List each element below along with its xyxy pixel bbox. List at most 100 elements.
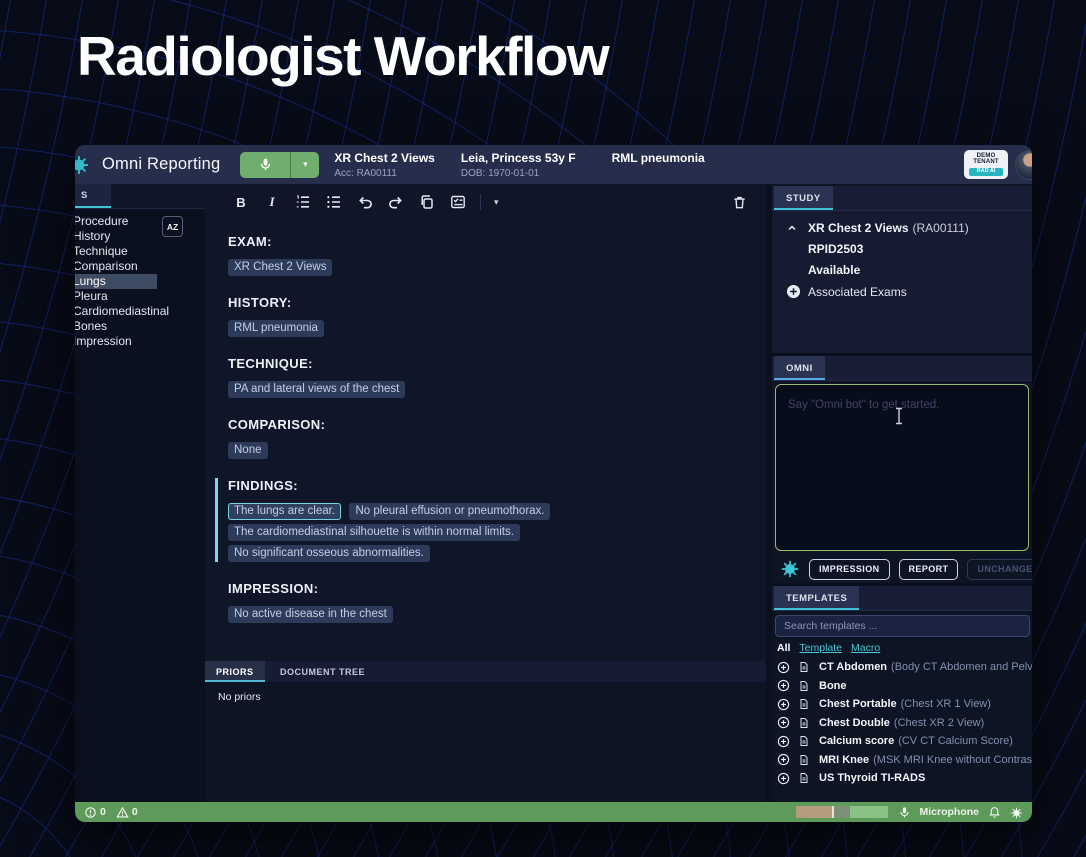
section-heading-technique: TECHNIQUE: <box>228 356 746 372</box>
filter-macro[interactable]: Macro <box>851 642 880 654</box>
sidebar-item-technique[interactable]: Technique <box>75 244 205 259</box>
redo-button[interactable] <box>387 193 405 211</box>
add-template-icon[interactable] <box>777 716 790 729</box>
statusbar-bot-icon[interactable] <box>1010 806 1023 819</box>
unchanged-button[interactable]: UNCHANGED <box>967 559 1032 580</box>
template-item[interactable]: Chest Portable (Chest XR 1 View) <box>777 695 1032 714</box>
tenant-badge[interactable]: DEMO TENANT RAD AI <box>964 150 1008 180</box>
meter-segment <box>834 806 850 818</box>
add-circle-icon[interactable] <box>786 284 801 299</box>
sidebar-item-bones[interactable]: Bones <box>75 319 205 334</box>
comparison-chip[interactable]: None <box>228 442 268 459</box>
chevron-up-icon[interactable] <box>786 222 808 234</box>
sidebar-item-comparison[interactable]: Comparison <box>75 259 205 274</box>
findings-sentence-selected[interactable]: The lungs are clear. <box>228 503 341 520</box>
template-item[interactable]: Chest Double (Chest XR 2 View) <box>777 714 1032 733</box>
omni-logo-icon <box>75 154 90 176</box>
toolbar-divider <box>480 194 481 210</box>
user-avatar[interactable] <box>1015 150 1032 180</box>
microphone-icon[interactable] <box>240 152 290 178</box>
statusbar-microphone-icon[interactable] <box>898 806 911 819</box>
study-exam-row[interactable]: XR Chest 2 Views (RA00111) <box>786 221 1022 235</box>
section-technique: TECHNIQUE: PA and lateral views of the c… <box>228 356 746 398</box>
study-status: Available <box>808 263 1022 277</box>
warning-count: 0 <box>116 806 138 819</box>
audio-level-meter <box>796 806 888 818</box>
tab-priors[interactable]: PRIORS <box>205 661 265 682</box>
exam-chip[interactable]: XR Chest 2 Views <box>228 259 332 276</box>
add-template-icon[interactable] <box>777 772 790 785</box>
sections-tab[interactable]: S <box>75 184 111 208</box>
template-item[interactable]: Bone <box>777 677 1032 696</box>
tab-omni[interactable]: OMNI <box>774 356 825 380</box>
error-count: 0 <box>84 806 106 819</box>
meter-segment <box>850 806 888 818</box>
impression-chip[interactable]: No active disease in the chest <box>228 606 393 623</box>
add-template-icon[interactable] <box>777 735 790 748</box>
undo-button[interactable] <box>356 193 374 211</box>
omni-input[interactable]: Say "Omni bot" to get started. <box>775 384 1029 551</box>
tab-study[interactable]: STUDY <box>774 186 833 210</box>
template-item[interactable]: Calcium score (CV CT Calcium Score) <box>777 732 1032 751</box>
exam-info: XR Chest 2 Views Acc: RA00111 <box>334 145 435 181</box>
tab-document-tree[interactable]: DOCUMENT TREE <box>269 661 376 682</box>
template-doc-icon <box>798 772 810 784</box>
tab-templates[interactable]: TEMPLATES <box>774 586 859 610</box>
template-item[interactable]: MRI Knee (MSK MRI Knee without Contrast) <box>777 751 1032 770</box>
delete-report-button[interactable] <box>730 193 748 211</box>
ordered-list-button[interactable] <box>294 193 312 211</box>
add-template-icon[interactable] <box>777 679 790 692</box>
exam-title: XR Chest 2 Views <box>334 151 435 165</box>
no-priors-text: No priors <box>218 691 261 703</box>
record-button[interactable]: ▾ <box>240 152 319 178</box>
template-item[interactable]: US Thyroid TI-RADS <box>777 769 1032 788</box>
impression-button[interactable]: IMPRESSION <box>809 559 890 580</box>
editor-toolbar: B I <box>205 184 766 220</box>
section-heading-findings: FINDINGS: <box>228 478 746 494</box>
section-heading-exam: EXAM: <box>228 234 746 250</box>
meter-segment <box>796 806 832 818</box>
italic-button[interactable]: I <box>263 193 281 211</box>
template-item[interactable]: CT Abdomen (Body CT Abdomen and Pelvis w… <box>777 658 1032 677</box>
add-template-icon[interactable] <box>777 698 790 711</box>
priors-panel: No priors <box>205 682 766 802</box>
form-fields-button[interactable] <box>449 193 467 211</box>
record-options-dropdown[interactable]: ▾ <box>291 152 319 178</box>
sidebar-item-impression[interactable]: Impression <box>75 334 205 349</box>
copy-button[interactable] <box>418 193 436 211</box>
template-doc-icon <box>798 754 810 766</box>
technique-chip[interactable]: PA and lateral views of the chest <box>228 381 405 398</box>
exam-accession: Acc: RA00111 <box>334 167 435 181</box>
notifications-bell-icon[interactable] <box>988 806 1001 819</box>
sidebar-item-cardiomediastinal[interactable]: Cardiomediastinal <box>75 304 205 319</box>
template-search-input[interactable] <box>775 615 1030 637</box>
study-rpid: RPID2503 <box>808 242 1022 256</box>
section-history: HISTORY: RML pneumonia <box>228 295 746 337</box>
sidebar-item-procedure[interactable]: Procedure <box>75 214 205 229</box>
sort-az-button[interactable]: AZ <box>162 216 183 237</box>
bold-button[interactable]: B <box>232 193 250 211</box>
add-template-icon[interactable] <box>777 661 790 674</box>
filter-all[interactable]: All <box>777 642 790 654</box>
report-document[interactable]: EXAM: XR Chest 2 Views HISTORY: RML pneu… <box>205 220 766 661</box>
templates-tabstrip: TEMPLATES <box>772 586 1032 611</box>
filter-template[interactable]: Template <box>799 642 842 654</box>
sidebar-item-pleura[interactable]: Pleura <box>75 289 205 304</box>
report-button[interactable]: REPORT <box>899 559 959 580</box>
sidebar-item-lungs[interactable]: Lungs <box>75 274 157 289</box>
add-template-icon[interactable] <box>777 753 790 766</box>
toolbar-more-dropdown[interactable]: ▾ <box>494 197 499 208</box>
omni-actions: IMPRESSION REPORT UNCHANGED <box>772 555 1032 583</box>
section-heading-history: HISTORY: <box>228 295 746 311</box>
sidebar-item-history[interactable]: History <box>75 229 205 244</box>
associated-exams-row[interactable]: Associated Exams <box>786 284 1022 299</box>
section-impression: IMPRESSION: No active disease in the che… <box>228 581 746 623</box>
omni-reporting-window: Omni Reporting ▾ XR Chest 2 Views Acc: R… <box>75 145 1032 822</box>
template-list: CT Abdomen (Body CT Abdomen and Pelvis w… <box>772 656 1032 788</box>
findings-sentence[interactable]: No pleural effusion or pneumothorax. <box>349 503 550 520</box>
findings-sentence[interactable]: No significant osseous abnormalities. <box>228 545 430 562</box>
findings-sentence[interactable]: The cardiomediastinal silhouette is with… <box>228 524 520 541</box>
history-chip[interactable]: RML pneumonia <box>228 320 324 337</box>
template-doc-icon <box>798 680 810 692</box>
bullet-list-button[interactable] <box>325 193 343 211</box>
